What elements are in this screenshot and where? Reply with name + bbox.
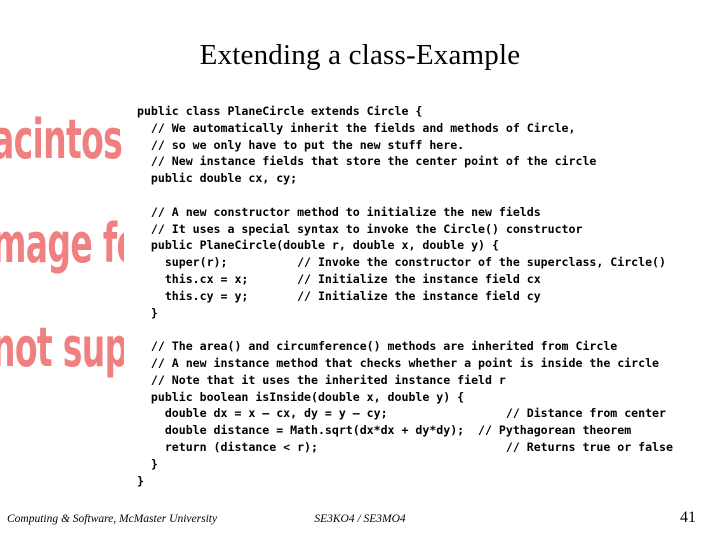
- code-line: this.cy = y; // Initialize the instance …: [137, 288, 541, 303]
- code-line: // so we only have to put the new stuff …: [137, 137, 465, 152]
- code-line: public double cx, cy;: [137, 171, 298, 186]
- code-line: // Note that it uses the inherited insta…: [137, 372, 506, 387]
- code-line: }: [137, 456, 158, 471]
- slide-canvas: Extending a class-Example acintosh P mage…: [0, 0, 720, 540]
- code-line: public boolean isInside(double x, double…: [137, 389, 465, 404]
- code-line: }: [137, 305, 158, 320]
- code-line: this.cx = x; // Initialize the instance …: [137, 271, 541, 286]
- code-line: return (distance < r); // Returns true o…: [137, 439, 673, 454]
- code-block: public class PlaneCircle extends Circle …: [137, 103, 720, 489]
- code-line: // We automatically inherit the fields a…: [137, 120, 576, 135]
- code-line: public class PlaneCircle extends Circle …: [137, 104, 423, 118]
- broken-image-text-line: mage form: [0, 212, 124, 275]
- footer-course-code: SE3KO4 / SE3MO4: [314, 513, 406, 525]
- code-line: // A new constructor method to initializ…: [137, 204, 541, 219]
- broken-image-text-line: acintosh P: [0, 108, 124, 171]
- code-line: public PlaneCircle(double r, double x, d…: [137, 238, 499, 253]
- code-line: }: [137, 473, 144, 488]
- code-line: super(r); // Invoke the constructor of t…: [137, 255, 666, 270]
- page-number: 41: [680, 509, 696, 526]
- code-line: // The area() and circumference() method…: [137, 339, 618, 354]
- code-line: // A new instance method that checks whe…: [137, 355, 660, 370]
- slide-footer: Computing & Software, McMaster Universit…: [0, 509, 720, 540]
- broken-image-placeholder: acintosh P mage form not suppo: [0, 88, 124, 400]
- code-line: // It uses a special syntax to invoke th…: [137, 221, 583, 236]
- code-line: double dx = x – cx, dy = y – cy; // Dist…: [137, 406, 666, 421]
- page-title: Extending a class-Example: [199, 39, 521, 71]
- code-line: double distance = Math.sqrt(dx*dx + dy*d…: [137, 423, 632, 438]
- broken-image-text-line: not suppo: [0, 316, 124, 379]
- code-line: // New instance fields that store the ce…: [137, 154, 597, 169]
